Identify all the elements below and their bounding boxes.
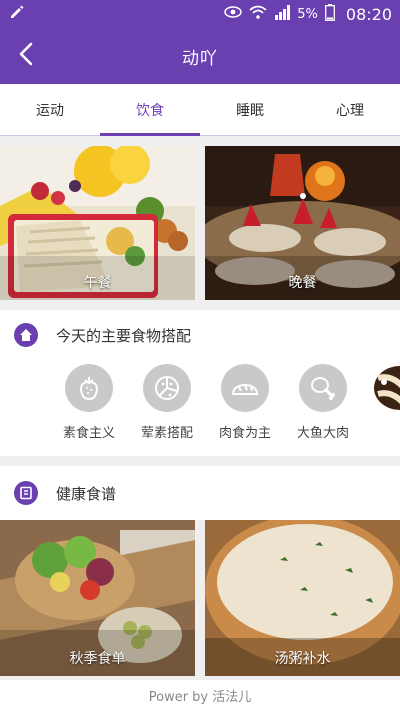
recipes-header: 健康食谱 bbox=[0, 466, 400, 520]
title-bar: 动吖 bbox=[0, 28, 400, 84]
eye-icon bbox=[224, 6, 243, 22]
food-type-list: 素食主义 荤素搭配 肉食为主 大鱼大肉 bbox=[0, 360, 400, 456]
battery-icon bbox=[324, 3, 335, 25]
dinner-card[interactable]: 晚餐 bbox=[205, 146, 400, 300]
food-type-label: 素食主义 bbox=[62, 426, 115, 441]
food-type-label: 荤素搭配 bbox=[140, 426, 193, 441]
recipes-section: 健康食谱 bbox=[0, 466, 400, 520]
tab-bar: 运动 饮食 睡眠 心理 bbox=[0, 84, 400, 136]
status-bar: 5% 08:20 bbox=[0, 0, 400, 28]
main-food-title: 今天的主要食物搭配 bbox=[56, 326, 192, 345]
soup-porridge-card[interactable]: 汤粥补水 bbox=[205, 520, 400, 676]
tab-psychology[interactable]: 心理 bbox=[300, 84, 400, 135]
food-type-meat[interactable]: 肉食为主 bbox=[206, 360, 284, 456]
lunch-card[interactable]: 午餐 bbox=[0, 146, 195, 300]
lunch-label: 午餐 bbox=[83, 275, 112, 291]
main-food-section: 今天的主要食物搭配 素食主义 荤素搭配 肉食为主 大鱼大肉 bbox=[0, 310, 400, 456]
autumn-menu-card[interactable]: 秋季食单 bbox=[0, 520, 195, 676]
meal-cards: 午餐 晚餐 bbox=[0, 146, 400, 300]
strawberry-icon bbox=[65, 364, 113, 412]
main-food-header: 今天的主要食物搭配 bbox=[0, 310, 400, 360]
dinner-label: 晚餐 bbox=[288, 275, 317, 291]
battery-percent: 5% bbox=[297, 6, 318, 22]
tab-exercise[interactable]: 运动 bbox=[0, 84, 100, 135]
edit-icon bbox=[8, 3, 26, 25]
recipes-title: 健康食谱 bbox=[56, 484, 117, 503]
drumstick-icon bbox=[299, 364, 347, 412]
wifi-icon bbox=[249, 4, 267, 24]
page-title: 动吖 bbox=[182, 48, 218, 69]
recipe-cards: 秋季食单 汤粥补水 bbox=[0, 520, 400, 676]
bread-icon bbox=[221, 364, 269, 412]
status-time: 08:20 bbox=[345, 4, 392, 24]
footer: Power by 活法儿 bbox=[0, 680, 400, 711]
app-screen: 5% 08:20 动吖 运动 饮食 睡眠 心理 午餐 晚餐 今天的主要食物搭配 … bbox=[0, 0, 400, 711]
tab-sleep[interactable]: 睡眠 bbox=[200, 84, 300, 135]
chevron-left-icon bbox=[17, 42, 35, 70]
autumn-menu-label: 秋季食单 bbox=[69, 651, 126, 667]
back-button[interactable] bbox=[10, 40, 42, 72]
soup-porridge-label: 汤粥补水 bbox=[274, 651, 331, 667]
food-type-label: 肉食为主 bbox=[218, 426, 271, 441]
food-type-feast[interactable]: 大鱼大肉 bbox=[284, 360, 362, 456]
tab-diet[interactable]: 饮食 bbox=[100, 84, 200, 136]
food-type-vegetarian[interactable]: 素食主义 bbox=[50, 360, 128, 456]
food-type-balanced[interactable]: 荤素搭配 bbox=[128, 360, 206, 456]
signal-icon bbox=[274, 4, 291, 24]
food-type-label: 大鱼大肉 bbox=[296, 426, 349, 441]
pizza-icon bbox=[143, 364, 191, 412]
home-icon bbox=[14, 323, 38, 347]
raccoon-tail-decoration bbox=[370, 358, 400, 418]
recipe-book-icon bbox=[14, 481, 38, 505]
